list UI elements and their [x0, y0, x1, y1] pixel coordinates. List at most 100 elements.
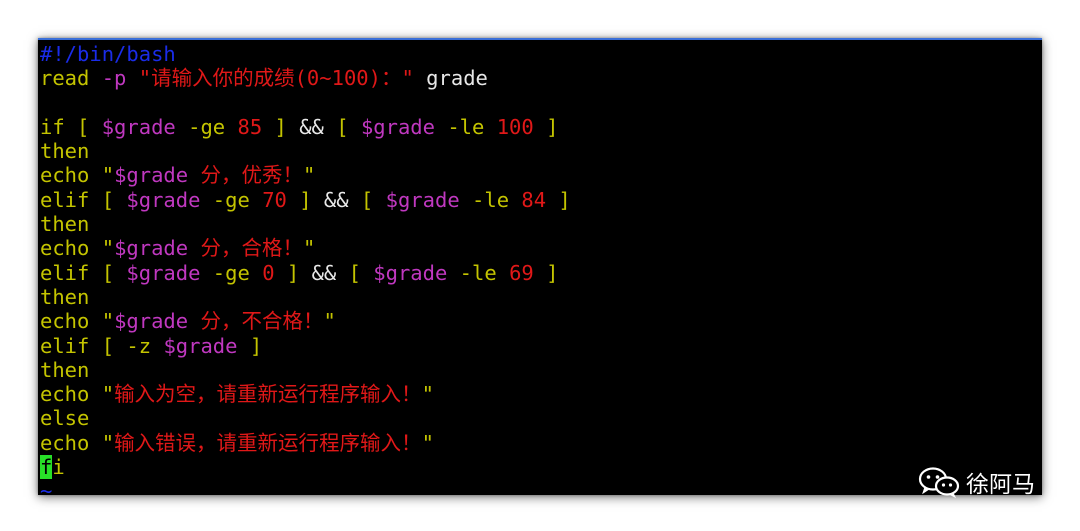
code-token: $grade [360, 114, 435, 139]
code-token: " [302, 163, 316, 188]
code-token: read [40, 66, 90, 91]
code-token: else [40, 406, 90, 431]
code-token: $grade [114, 309, 189, 334]
code-token: $grade [114, 163, 189, 188]
code-line: elif [ $grade -ge 70 ] && [ $grade -le 8… [40, 188, 571, 212]
code-line: then [40, 285, 571, 309]
code-token: elif [40, 260, 90, 285]
code-line: then [40, 212, 571, 236]
code-line: if [ $grade -ge 85 ] && [ $grade -le 100… [40, 115, 571, 139]
code-line: #!/bin/bash [40, 42, 571, 66]
code-token: grade [413, 66, 488, 91]
code-token: " [89, 163, 115, 188]
code-token: [ [89, 187, 127, 212]
code-line: elif [ $grade -ge 0 ] && [ $grade -le 69… [40, 261, 571, 285]
code-line: echo "$grade 分，合格！" [40, 236, 571, 260]
code-token: 0 [262, 260, 275, 285]
code-token: echo [40, 163, 90, 188]
code-token: -p [101, 66, 127, 91]
code-token: then [40, 357, 90, 382]
code-token: 69 [509, 260, 534, 285]
code-token: [ [336, 260, 374, 285]
script-editor[interactable]: #!/bin/bash read -p "请输入你的成绩(0~100)：" gra… [40, 42, 571, 495]
code-token: " [89, 382, 115, 407]
code-token: i [52, 455, 65, 480]
code-token: then [40, 284, 90, 309]
code-token: -le [435, 114, 497, 139]
terminal-window[interactable]: #!/bin/bash read -p "请输入你的成绩(0~100)：" gra… [38, 38, 1042, 495]
code-token: elif [40, 187, 90, 212]
code-token: [ [323, 114, 361, 139]
watermark-text: 徐阿马 [966, 472, 1035, 498]
code-line: read -p "请输入你的成绩(0~100)：" grade [40, 66, 571, 90]
code-token: then [40, 139, 90, 164]
code-token: && [299, 114, 324, 139]
code-token: ] [274, 260, 312, 285]
code-token: -ge [200, 260, 263, 285]
code-line: echo "$grade 分，优秀！" [40, 163, 571, 187]
code-token: 分，不合格！ [188, 309, 324, 334]
code-token: -ge [175, 114, 238, 139]
code-token: ] [533, 260, 559, 285]
code-token: $grade [114, 236, 189, 261]
code-token: 84 [521, 187, 547, 212]
code-token: ] [533, 114, 559, 139]
code-token: " [89, 430, 115, 455]
code-token: && [323, 187, 349, 212]
code-token: 分，合格！ [188, 236, 303, 261]
code-token: " [89, 236, 115, 261]
code-token: $grade [385, 187, 460, 212]
code-token: $grade [101, 114, 176, 139]
code-line: ~ [40, 479, 571, 495]
code-line: echo "输入错误，请重新运行程序输入！" [40, 431, 571, 455]
code-line: elif [ -z $grade ] [40, 334, 571, 358]
code-token: ] [237, 333, 263, 358]
code-line: then [40, 139, 571, 163]
code-token: -le [459, 187, 522, 212]
code-line: echo "$grade 分，不合格！" [40, 309, 571, 333]
code-line: fi [40, 455, 571, 480]
code-line: echo "输入为空，请重新运行程序输入！" [40, 382, 571, 406]
code-token: $grade [126, 260, 201, 285]
code-token: echo [40, 382, 90, 407]
code-token: [ [348, 187, 386, 212]
code-token: 分，优秀！ [188, 163, 303, 188]
code-token: 输入错误，请重新运行程序输入！ [114, 430, 422, 455]
code-token: ] [546, 187, 571, 212]
code-token: echo [40, 236, 90, 261]
code-token: 输入为空，请重新运行程序输入！ [114, 382, 422, 407]
code-token: ] [286, 187, 324, 212]
code-token: [ [64, 114, 102, 139]
code-token: && [311, 260, 337, 285]
code-token: 70 [262, 187, 287, 212]
code-token: " [323, 309, 336, 334]
code-token: [ [89, 260, 127, 285]
code-token: " [421, 382, 434, 407]
watermark: 徐阿马 [918, 465, 1035, 499]
code-token: "请输入你的成绩(0~100)：" [138, 66, 414, 91]
code-token: " [302, 236, 316, 261]
code-token: [ [89, 333, 127, 358]
code-token: $grade [163, 333, 238, 358]
code-token: 100 [496, 114, 534, 139]
code-token: ~ [40, 479, 53, 495]
code-line: else [40, 406, 571, 430]
code-token: then [40, 212, 90, 237]
code-token: echo [40, 430, 90, 455]
text-cursor: f [40, 455, 53, 480]
code-token: #!/bin/bash [40, 42, 176, 66]
code-token: " [421, 430, 434, 455]
code-token: ] [262, 114, 300, 139]
code-token: -z [126, 333, 152, 358]
wechat-icon [918, 467, 960, 498]
code-token: $grade [373, 260, 448, 285]
code-token: -le [447, 260, 510, 285]
code-line: then [40, 358, 571, 382]
code-token: $grade [126, 187, 201, 212]
code-token: if [40, 114, 65, 139]
code-token: echo [40, 309, 90, 334]
